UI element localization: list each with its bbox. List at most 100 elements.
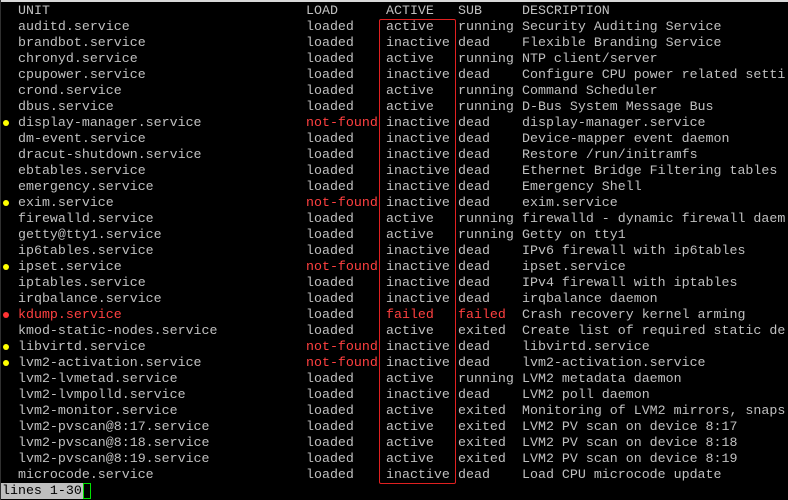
active-state: inactive bbox=[386, 131, 450, 146]
unit-name: dbus.service bbox=[18, 99, 114, 114]
table-row: libvirtd.service not-found inactive dead lib… bbox=[0, 339, 788, 355]
load-state: loaded bbox=[306, 403, 354, 418]
header-sub: SUB bbox=[458, 3, 482, 18]
table-row: exim.service not-found inactive dead exim.se… bbox=[0, 195, 788, 211]
description: LVM2 metadata daemon bbox=[522, 371, 682, 386]
load-state: loaded bbox=[306, 243, 354, 258]
table-row: auditd.service loaded active running Securit… bbox=[0, 19, 788, 35]
sub-state: running bbox=[458, 83, 514, 98]
active-state: inactive bbox=[386, 275, 450, 290]
active-state: inactive bbox=[386, 339, 450, 354]
active-state: active bbox=[386, 451, 434, 466]
sub-state: exited bbox=[458, 435, 506, 450]
sub-state: dead bbox=[458, 467, 490, 482]
active-state: inactive bbox=[386, 243, 450, 258]
load-state: not-found bbox=[306, 115, 378, 130]
load-state: loaded bbox=[306, 451, 354, 466]
table-row: cpupower.service loaded inactive dead Config… bbox=[0, 67, 788, 83]
load-state: loaded bbox=[306, 291, 354, 306]
description: Monitoring of LVM2 mirrors, snaps bbox=[522, 403, 786, 418]
table-row: firewalld.service loaded active running fire… bbox=[0, 211, 788, 227]
unit-name: lvm2-pvscan@8:19.service bbox=[18, 451, 210, 466]
load-state: loaded bbox=[306, 131, 354, 146]
active-state: inactive bbox=[386, 387, 450, 402]
table-row: dracut-shutdown.service loaded inactive dea… bbox=[0, 147, 788, 163]
unit-name: ebtables.service bbox=[18, 163, 146, 178]
sub-state: dead bbox=[458, 339, 490, 354]
sub-state: running bbox=[458, 19, 514, 34]
description: ipset.service bbox=[522, 259, 626, 274]
description: display-manager.service bbox=[522, 115, 706, 130]
active-state: inactive bbox=[386, 195, 450, 210]
description: LVM2 PV scan on device 8:17 bbox=[522, 419, 738, 434]
load-state: not-found bbox=[306, 339, 378, 354]
sub-state: exited bbox=[458, 451, 506, 466]
unit-name: auditd.service bbox=[18, 19, 130, 34]
load-state: loaded bbox=[306, 51, 354, 66]
description: Emergency Shell bbox=[522, 179, 642, 194]
load-state: loaded bbox=[306, 67, 354, 82]
header-description: DESCRIPTION bbox=[522, 3, 610, 18]
table-row: kdump.service loaded failed failed Crash rec… bbox=[0, 307, 788, 323]
warning-dot-icon bbox=[3, 360, 9, 366]
load-state: loaded bbox=[306, 227, 354, 242]
description: IPv4 firewall with iptables bbox=[522, 275, 738, 290]
header-active: ACTIVE bbox=[386, 3, 434, 18]
unit-name: display-manager.service bbox=[18, 115, 202, 130]
sub-state: dead bbox=[458, 387, 490, 402]
unit-name: emergency.service bbox=[18, 179, 154, 194]
description: IPv6 firewall with ip6tables bbox=[522, 243, 746, 258]
load-state: loaded bbox=[306, 19, 354, 34]
description: Load CPU microcode update bbox=[522, 467, 722, 482]
description: Crash recovery kernel arming bbox=[522, 307, 746, 322]
window-top-edge bbox=[0, 0, 788, 2]
active-state: failed bbox=[386, 307, 434, 322]
active-state: active bbox=[386, 211, 434, 226]
description: Flexible Branding Service bbox=[522, 35, 722, 50]
warning-dot-icon bbox=[3, 200, 9, 206]
unit-name: lvm2-lvmetad.service bbox=[18, 371, 178, 386]
table-row: lvm2-pvscan@8:19.service loaded active exit… bbox=[0, 451, 788, 467]
table-row: emergency.service loaded inactive dead Emerg… bbox=[0, 179, 788, 195]
table-row: ebtables.service loaded inactive dead Ethern… bbox=[0, 163, 788, 179]
table-row: brandbot.service loaded inactive dead Flexib… bbox=[0, 35, 788, 51]
unit-name: lvm2-activation.service bbox=[18, 355, 202, 370]
sub-state: exited bbox=[458, 419, 506, 434]
text-cursor[interactable] bbox=[83, 483, 91, 499]
table-row: lvm2-activation.service not-found inactive… bbox=[0, 355, 788, 371]
table-row: chronyd.service loaded active running NTP cl… bbox=[0, 51, 788, 67]
unit-name: lvm2-pvscan@8:18.service bbox=[18, 435, 210, 450]
sub-state: running bbox=[458, 371, 514, 386]
load-state: loaded bbox=[306, 371, 354, 386]
table-row: iptables.service loaded inactive dead IPv4 f… bbox=[0, 275, 788, 291]
pager-status-line: lines 1-30 bbox=[1, 483, 83, 499]
warning-dot-icon bbox=[3, 120, 9, 126]
description: Create list of required static de bbox=[522, 323, 786, 338]
unit-name: ipset.service bbox=[18, 259, 122, 274]
description: D-Bus System Message Bus bbox=[522, 99, 714, 114]
description: Restore /run/initramfs bbox=[522, 147, 698, 162]
table-row: lvm2-pvscan@8:18.service loaded active exit… bbox=[0, 435, 788, 451]
unit-name: iptables.service bbox=[18, 275, 146, 290]
sub-state: running bbox=[458, 227, 514, 242]
unit-name: chronyd.service bbox=[18, 51, 138, 66]
sub-state: dead bbox=[458, 131, 490, 146]
table-row: lvm2-monitor.service loaded active exited Mo… bbox=[0, 403, 788, 419]
unit-name: dracut-shutdown.service bbox=[18, 147, 202, 162]
load-state: loaded bbox=[306, 307, 354, 322]
sub-state: dead bbox=[458, 275, 490, 290]
active-state: active bbox=[386, 227, 434, 242]
load-state: loaded bbox=[306, 99, 354, 114]
unit-name: crond.service bbox=[18, 83, 122, 98]
unit-name: libvirtd.service bbox=[18, 339, 146, 354]
table-header: UNIT LOAD ACTIVE SUB DESCRIPTION bbox=[0, 3, 788, 19]
unit-name: dm-event.service bbox=[18, 131, 146, 146]
description: Ethernet Bridge Filtering tables bbox=[522, 163, 778, 178]
load-state: loaded bbox=[306, 323, 354, 338]
sub-state: exited bbox=[458, 323, 506, 338]
load-state: loaded bbox=[306, 35, 354, 50]
description: lvm2-activation.service bbox=[522, 355, 706, 370]
table-row: microcode.service loaded inactive dead Load … bbox=[0, 467, 788, 483]
sub-state: dead bbox=[458, 115, 490, 130]
active-state: active bbox=[386, 19, 434, 34]
